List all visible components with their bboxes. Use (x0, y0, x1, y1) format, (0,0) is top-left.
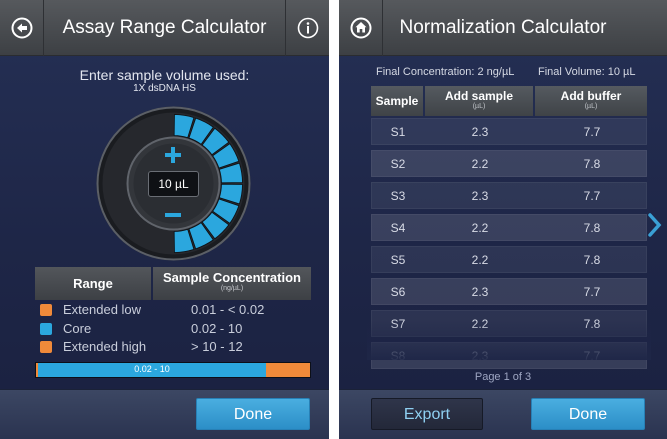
concentration-column-header: Sample Concentration (ng/µL) (153, 267, 311, 300)
sample-id-cell: S5 (390, 253, 406, 267)
range-value: 0.02 - 10 (191, 321, 243, 336)
add-sample-cell: 2.2 (471, 253, 489, 267)
increase-button[interactable] (159, 144, 187, 166)
add-sample-cell: 2.2 (471, 157, 489, 171)
add-sample-cell: 2.3 (471, 285, 489, 299)
add-sample-cell: 2.3 (471, 189, 489, 203)
table-row: S5 2.2 7.8 (371, 246, 647, 273)
volume-input[interactable]: 10 µL (148, 171, 199, 197)
export-button[interactable]: Export (371, 398, 483, 430)
decrease-button[interactable] (159, 204, 187, 226)
range-bar: 0.02 - 10 (35, 362, 311, 378)
sample-id-cell: S4 (390, 221, 406, 235)
range-swatch (40, 304, 52, 316)
range-column-header: Range (35, 267, 151, 300)
info-icon (297, 17, 319, 39)
page-title: Normalization Calculator (399, 17, 607, 38)
range-label: Extended low (63, 302, 142, 317)
range-row: Extended low 0.01 - < 0.02 (37, 301, 312, 320)
add-buffer-cell: 7.7 (583, 125, 601, 139)
minus-icon (165, 213, 181, 217)
range-bar-label: 0.02 - 10 (134, 364, 170, 374)
home-button[interactable] (339, 0, 383, 56)
add-buffer-cell: 7.7 (583, 189, 601, 203)
table-row: S6 2.3 7.7 (371, 278, 647, 305)
back-button[interactable] (0, 0, 44, 56)
table-row: S4 2.2 7.8 (371, 214, 647, 241)
chevron-right-icon (648, 213, 662, 237)
add-buffer-cell: 7.7 (583, 285, 601, 299)
range-row: Core 0.02 - 10 (37, 320, 312, 339)
back-arrow-icon (11, 17, 33, 39)
sample-id-cell: S2 (390, 157, 406, 171)
next-page-button[interactable] (648, 213, 662, 242)
final-volume: Final Volume: 10 µL (538, 66, 636, 78)
core-range-fill: 0.02 - 10 (38, 363, 266, 377)
table-fade (367, 320, 651, 360)
range-value: 0.01 - < 0.02 (191, 302, 265, 317)
volume-prompt: Enter sample volume used: (79, 67, 250, 83)
add-buffer-cell: 7.8 (583, 253, 601, 267)
assay-header: Assay Range Calculator (0, 0, 329, 56)
normalization-panel: Normalization Calculator Final Concentra… (339, 0, 667, 439)
table-row: S3 2.3 7.7 (371, 182, 647, 209)
done-button[interactable]: Done (531, 398, 645, 430)
info-button[interactable] (285, 0, 329, 56)
add-sample-column-header: Add sample (µL) (425, 86, 533, 116)
page-title: Assay Range Calculator (62, 17, 267, 38)
plus-icon (165, 147, 181, 163)
range-label: Extended high (63, 339, 147, 354)
final-concentration: Final Concentration: 2 ng/µL (376, 66, 515, 78)
assay-range-panel: Assay Range Calculator Enter sample volu… (0, 0, 329, 439)
add-buffer-cell: 7.8 (583, 221, 601, 235)
normalization-footer: Export Done (339, 389, 667, 439)
assay-name: 1X dsDNA HS (133, 83, 196, 94)
table-row: S2 2.2 7.8 (371, 150, 647, 177)
sample-id-cell: S1 (390, 125, 406, 139)
sample-column-header: Sample (371, 86, 423, 116)
sample-id-cell: S3 (390, 189, 406, 203)
range-row: Extended high > 10 - 12 (37, 338, 312, 357)
done-button[interactable]: Done (196, 398, 310, 430)
add-buffer-column-header: Add buffer (µL) (535, 86, 647, 116)
table-row: S1 2.3 7.7 (371, 118, 647, 145)
add-sample-cell: 2.3 (471, 125, 489, 139)
range-value: > 10 - 12 (191, 339, 243, 354)
home-icon (350, 17, 372, 39)
normalization-header: Normalization Calculator (339, 0, 667, 56)
add-buffer-cell: 7.8 (583, 157, 601, 171)
assay-footer: Done (0, 389, 329, 439)
add-sample-cell: 2.2 (471, 221, 489, 235)
page-indicator: Page 1 of 3 (474, 371, 532, 383)
sample-id-cell: S6 (390, 285, 406, 299)
range-swatch (40, 341, 52, 353)
range-swatch (40, 323, 52, 335)
range-label: Core (63, 321, 92, 336)
